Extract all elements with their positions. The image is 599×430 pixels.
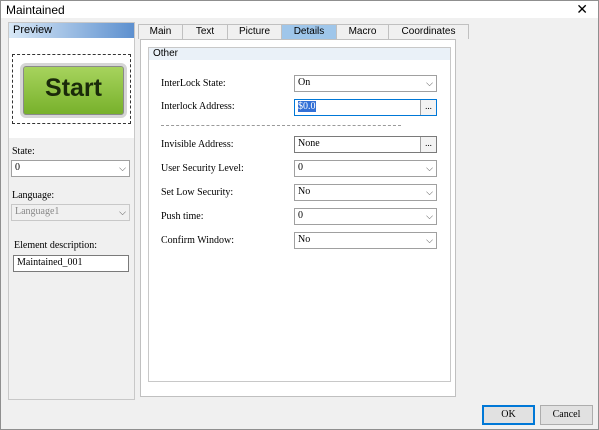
tab-main[interactable]: Main [138,24,183,39]
interlock-address-label: Interlock Address: [161,101,235,112]
low-security-label: Set Low Security: [161,187,234,198]
browse-button[interactable]: ... [420,137,436,152]
title-bar: Maintained ✕ [1,1,598,18]
tab-text[interactable]: Text [182,24,228,39]
dialog-window: Maintained ✕ Preview Start State: 0 ⌵ La… [0,0,599,430]
invisible-address-label: Invisible Address: [161,139,234,150]
low-security-select[interactable]: No ⌵ [294,184,437,201]
tab-coordinates[interactable]: Coordinates [388,24,469,39]
tab-macro[interactable]: Macro [336,24,389,39]
confirm-window-select[interactable]: No ⌵ [294,232,437,249]
state-value: 0 [15,162,20,173]
push-time-select[interactable]: 0 ⌵ [294,208,437,225]
interlock-state-label: InterLock State: [161,78,226,89]
chevron-down-icon: ⌵ [426,211,433,221]
invisible-address-input[interactable]: None ... [294,136,437,153]
chevron-down-icon: ⌵ [426,163,433,173]
chevron-down-icon: ⌵ [119,163,126,173]
cancel-button[interactable]: Cancel [540,405,593,425]
interlock-state-value: On [298,77,311,88]
state-select[interactable]: 0 ⌵ [11,160,130,177]
ok-button[interactable]: OK [482,405,535,425]
invisible-address-value: None [298,138,320,149]
interlock-state-select[interactable]: On ⌵ [294,75,437,92]
tab-picture[interactable]: Picture [227,24,282,39]
language-select: Language1 ⌵ [11,204,130,221]
state-label: State: [12,146,35,157]
start-button-text: Start [45,74,102,102]
language-value: Language1 [15,206,60,217]
tab-details[interactable]: Details [281,24,337,39]
other-group: Other InterLock State: On ⌵ Interlock Ad… [148,47,451,382]
confirm-window-label: Confirm Window: [161,235,235,246]
chevron-down-icon: ⌵ [426,187,433,197]
interlock-address-value: $0.0 [298,101,316,112]
user-security-value: 0 [298,162,303,173]
description-input[interactable]: Maintained_001 [13,255,129,272]
interlock-address-input[interactable]: $0.0 ... [294,99,437,116]
user-security-label: User Security Level: [161,163,244,174]
push-time-label: Push time: [161,211,204,222]
browse-button[interactable]: ... [420,100,436,115]
chevron-down-icon: ⌵ [426,78,433,88]
description-value: Maintained_001 [17,257,83,268]
push-time-value: 0 [298,210,303,221]
preview-header: Preview [9,23,134,38]
separator [161,125,401,126]
group-title: Other [153,48,179,59]
preview-box: Start [12,54,131,124]
start-button-preview: Start [20,63,127,118]
details-panel: Other InterLock State: On ⌵ Interlock Ad… [140,39,456,397]
close-icon[interactable]: ✕ [576,1,588,18]
chevron-down-icon: ⌵ [119,207,126,217]
low-security-value: No [298,186,311,197]
user-security-select[interactable]: 0 ⌵ [294,160,437,177]
preview-label: Preview [13,24,53,36]
language-label: Language: [12,190,55,201]
chevron-down-icon: ⌵ [426,235,433,245]
window-title: Maintained [6,3,65,17]
confirm-window-value: No [298,234,311,245]
description-label: Element description: [14,240,98,251]
group-header: Other [149,48,450,60]
